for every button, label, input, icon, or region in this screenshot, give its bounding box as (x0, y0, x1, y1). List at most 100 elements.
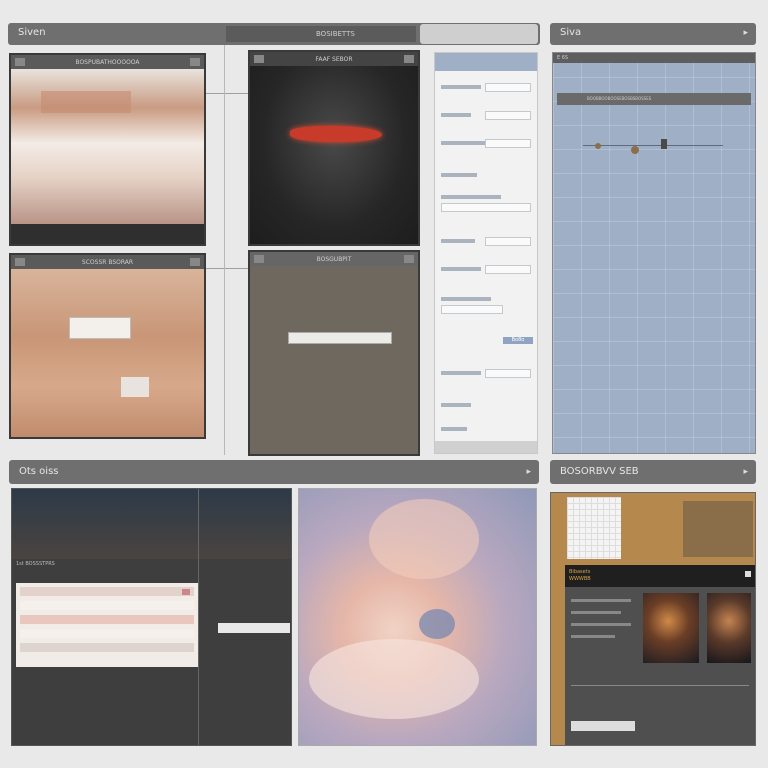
nebula-image (643, 593, 699, 663)
panel-d-title: BOSGUBPIT (316, 255, 352, 263)
divider (198, 489, 199, 745)
form-label (441, 173, 477, 177)
form-field[interactable] (485, 111, 531, 120)
panel-c-titlebar: SCOSSR BSORAR (11, 255, 204, 269)
right-panel-toolbar: BOOBBOOBOOSEBOSBSBOSSES (557, 93, 751, 105)
window-panel-b[interactable]: FAAF SEBOR (248, 50, 420, 246)
panel-c-title: SCOSSR BSORAR (81, 258, 134, 266)
divider (571, 685, 749, 686)
panel-a-titlebar: BOSPUBATHOOOOOA (11, 55, 204, 69)
panel-b-titlebar: FAAF SEBOR (250, 52, 418, 66)
spreadsheet-thumb (567, 497, 621, 559)
marker-pin-icon[interactable] (661, 139, 667, 149)
form-label (441, 141, 489, 145)
inner-window-header: Bibasets WWWBB (565, 565, 755, 587)
right-bar-button[interactable]: ▸ (743, 23, 748, 43)
panel-c-badge (121, 377, 149, 397)
nebula-image (707, 593, 751, 663)
form-footer (435, 441, 537, 453)
form-label (441, 403, 471, 407)
bottom-left-table[interactable] (16, 583, 198, 667)
cloud-shape (309, 639, 479, 719)
axis-line (583, 145, 723, 146)
table-row[interactable] (20, 643, 194, 652)
close-icon[interactable] (745, 571, 751, 577)
marker-dot[interactable] (631, 146, 639, 154)
form-header (435, 53, 537, 71)
side-thumb (683, 501, 753, 557)
window-icon (254, 55, 264, 63)
cloud-shape (369, 499, 479, 579)
window-controls-icon[interactable] (404, 255, 414, 263)
bottom-right-panel[interactable]: Bibasets WWWBB (550, 492, 756, 746)
form-label (441, 267, 481, 271)
thumb-strip[interactable] (571, 721, 635, 731)
table-row[interactable] (20, 629, 194, 638)
form-field[interactable] (485, 139, 531, 148)
right-panel-topbar: E 6S (553, 53, 755, 63)
center-tab[interactable]: BOSIBETTS (226, 26, 416, 42)
form-field[interactable] (441, 203, 531, 212)
top-title: Siven (18, 27, 46, 38)
form-field[interactable] (485, 265, 531, 274)
right-panel-corner: E 6S (557, 55, 569, 61)
text-line (571, 623, 631, 626)
form-label (441, 371, 481, 375)
window-controls-icon[interactable] (404, 55, 414, 63)
panel-c-dialog[interactable] (69, 317, 131, 339)
text-line (571, 635, 615, 638)
bottom-right-title-bar: BOSORBVV SEB ▸ (550, 460, 756, 484)
window-panel-d[interactable]: BOSGUBPIT (248, 250, 420, 456)
bottom-left-title: Ots oiss (19, 466, 59, 477)
bottom-left-image (12, 489, 291, 559)
form-field[interactable] (485, 237, 531, 246)
panel-a-footer (11, 224, 204, 244)
bottom-left-bar-button[interactable]: ▸ (526, 460, 531, 484)
form-field[interactable] (485, 369, 531, 378)
right-grid-panel[interactable]: E 6S BOOBBOOBOOSEBOSBSBOSSES (552, 52, 756, 454)
window-panel-a[interactable]: BOSPUBATHOOOOOA (9, 53, 206, 246)
right-title-bar: Siva ▸ (550, 23, 756, 45)
panel-d-titlebar: BOSGUBPIT (250, 252, 418, 266)
form-label (441, 85, 481, 89)
form-label (441, 427, 467, 431)
row-thumbnail-icon (182, 589, 190, 595)
form-label (441, 297, 491, 301)
connector-line (206, 268, 248, 269)
marker-dot[interactable] (595, 143, 601, 149)
red-object-icon (290, 126, 382, 142)
bottom-left-label: 1st BOSSSTPRS (16, 561, 55, 567)
window-controls-icon[interactable] (190, 58, 200, 66)
bottom-right-bar-button[interactable]: ▸ (743, 460, 748, 484)
window-icon (15, 258, 25, 266)
form-label (441, 195, 501, 199)
panel-b-title: FAAF SEBOR (315, 55, 353, 63)
form-submit-button[interactable]: Bo8o (503, 337, 533, 344)
bottom-left-panel[interactable]: 1st BOSSSTPRS (11, 488, 292, 746)
inner-window[interactable]: Bibasets WWWBB (565, 565, 755, 745)
table-row[interactable] (20, 601, 194, 610)
connector-line (224, 45, 225, 455)
cloud-shadow (419, 609, 455, 639)
window-controls-icon[interactable] (190, 258, 200, 266)
form-label (441, 239, 475, 243)
form-panel[interactable]: Bo8o (434, 52, 538, 454)
panel-a-image-patch (41, 91, 131, 113)
text-line (571, 599, 631, 602)
panel-c-image (11, 269, 204, 437)
form-field[interactable] (485, 83, 531, 92)
right-title: Siva (560, 27, 582, 38)
table-row[interactable] (20, 615, 194, 624)
form-field[interactable] (441, 305, 503, 314)
form-label (441, 113, 471, 117)
bottom-left-input[interactable] (218, 623, 290, 633)
bottom-middle-cloud-panel[interactable] (298, 488, 537, 746)
table-row[interactable] (20, 587, 194, 596)
top-bar-blank-tab[interactable] (420, 24, 538, 44)
panel-a-title: BOSPUBATHOOOOOA (75, 58, 140, 66)
window-icon (15, 58, 25, 66)
window-panel-c[interactable]: SCOSSR BSORAR (9, 253, 206, 439)
bottom-right-title: BOSORBVV SEB (560, 466, 639, 477)
connector-line (206, 93, 248, 94)
window-icon (254, 255, 264, 263)
